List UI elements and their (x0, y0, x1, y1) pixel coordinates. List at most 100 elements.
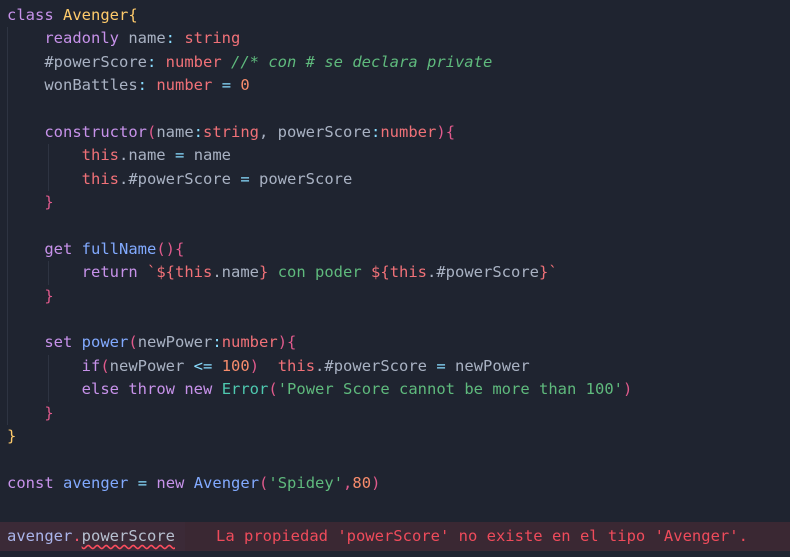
indent-guide (7, 167, 8, 192)
token-keyword-get: get (44, 239, 73, 258)
code-line-blank (0, 308, 790, 332)
token-property: #powerScore (44, 52, 147, 71)
code-content[interactable]: class Avenger{ readonly name: string #po… (0, 0, 790, 495)
code-line: get fullName(){ (0, 237, 790, 262)
indent-guide (7, 27, 8, 51)
token-comment: //* con # se declara private (231, 52, 493, 71)
token-backtick: ` (147, 263, 157, 282)
token-value: newPower (455, 356, 530, 375)
token-this: this (81, 169, 119, 188)
token-keyword-new: new (184, 380, 213, 399)
token-type: number (380, 122, 437, 141)
token-brace: { (445, 122, 456, 141)
code-line: class Avenger{ (0, 4, 790, 27)
token-constructor-keyword: constructor (44, 122, 147, 141)
indent-guide (7, 120, 8, 145)
token-operator: = (221, 76, 232, 95)
token-keyword-new: new (156, 473, 185, 492)
code-line: } (0, 284, 790, 309)
indent-guide (7, 50, 8, 75)
token-keyword-const: const (7, 473, 54, 492)
indent-guide (48, 167, 49, 192)
token-colon: : (371, 122, 381, 141)
token-method-name: power (81, 333, 129, 352)
code-editor[interactable]: class Avenger{ readonly name: string #po… (0, 0, 790, 557)
token-type: string (203, 122, 259, 141)
token-paren: ) (277, 333, 288, 352)
indent-guide (7, 191, 8, 215)
token-value: name (193, 146, 232, 165)
indent-guide (7, 401, 8, 426)
token-paren: ( (146, 122, 157, 141)
token-this: this (175, 263, 213, 282)
token-gap (259, 357, 278, 375)
token-brace: } (44, 286, 54, 305)
token-interp-open: ${ (156, 263, 176, 282)
code-line: this.#powerScore = powerScore (0, 167, 790, 192)
code-line-blank (0, 97, 790, 121)
indent-guide (7, 308, 8, 332)
token-interp-close: } (539, 263, 549, 282)
token-type: string (184, 29, 241, 48)
token-paren: ( (128, 333, 138, 352)
token-colon: : (165, 29, 175, 48)
token-keyword: readonly (44, 29, 119, 48)
code-line: } (0, 401, 790, 426)
code-line: } (0, 191, 790, 215)
token-paren: ( (259, 473, 269, 492)
error-dot: . (72, 527, 82, 545)
indent-guide (7, 354, 8, 379)
token-paren: ) (622, 380, 633, 399)
token-comma: , (343, 473, 353, 492)
token-this: this (389, 263, 428, 282)
token-paren: ) (249, 356, 260, 375)
code-line: readonly name: string (0, 27, 790, 51)
token-class-reference: Avenger (193, 473, 260, 492)
token-brace: { (175, 239, 185, 258)
token-variable: newPower (109, 356, 185, 375)
indent-guide (7, 331, 8, 355)
token-paren: ) (371, 473, 381, 492)
token-keyword-if: if (81, 356, 101, 375)
token-paren: ( (100, 356, 110, 375)
token-property-access: .#powerScore (427, 263, 539, 282)
token-param: newPower (137, 333, 213, 352)
code-line: return `${this.name} con poder ${this.#p… (0, 261, 790, 285)
indent-guide (7, 144, 8, 168)
token-brace: } (44, 403, 54, 422)
indent-guide (48, 144, 49, 168)
error-message: La propiedad 'powerScore' no existe en e… (216, 527, 748, 545)
token-colon: : (137, 76, 147, 95)
error-variable: avenger (7, 527, 73, 545)
token-string: 'Power Score cannot be more than 100' (277, 380, 623, 399)
token-paren: ) (436, 122, 446, 141)
error-strip[interactable]: avenger.powerScore La propiedad 'powerSc… (0, 522, 790, 551)
token-paren: ( (268, 380, 278, 399)
code-line-blank (0, 214, 790, 238)
token-param: powerScore (277, 122, 371, 141)
token-method-name: fullName (81, 239, 157, 258)
token-string: 'Spidey' (268, 473, 344, 492)
code-line: if(newPower <= 100) this.#powerScore = n… (0, 354, 790, 379)
indent-guide (7, 378, 8, 402)
token-variable-name: avenger (63, 473, 129, 492)
token-property-access: .#powerScore (315, 356, 428, 375)
code-line: else throw new Error('Power Score cannot… (0, 378, 790, 402)
code-line: const avenger = new Avenger('Spidey',80) (0, 472, 790, 495)
indent-guide (7, 237, 8, 262)
code-line: #powerScore: number //* con # se declara… (0, 50, 790, 75)
token-number: 80 (352, 473, 372, 492)
token-value: powerScore (259, 169, 353, 188)
error-code-snippet[interactable]: avenger.powerScore (7, 522, 175, 551)
error-property-squiggly: powerScore (81, 527, 175, 545)
token-class-name: Avenger (63, 6, 129, 24)
token-keyword: class (7, 6, 54, 24)
token-backtick: ` (548, 263, 558, 282)
token-operator: = (137, 473, 148, 492)
token-operator: = (436, 356, 446, 375)
indent-guide (48, 378, 49, 402)
token-this: this (81, 146, 119, 165)
code-line: } (0, 425, 790, 448)
token-type: number (221, 333, 278, 352)
